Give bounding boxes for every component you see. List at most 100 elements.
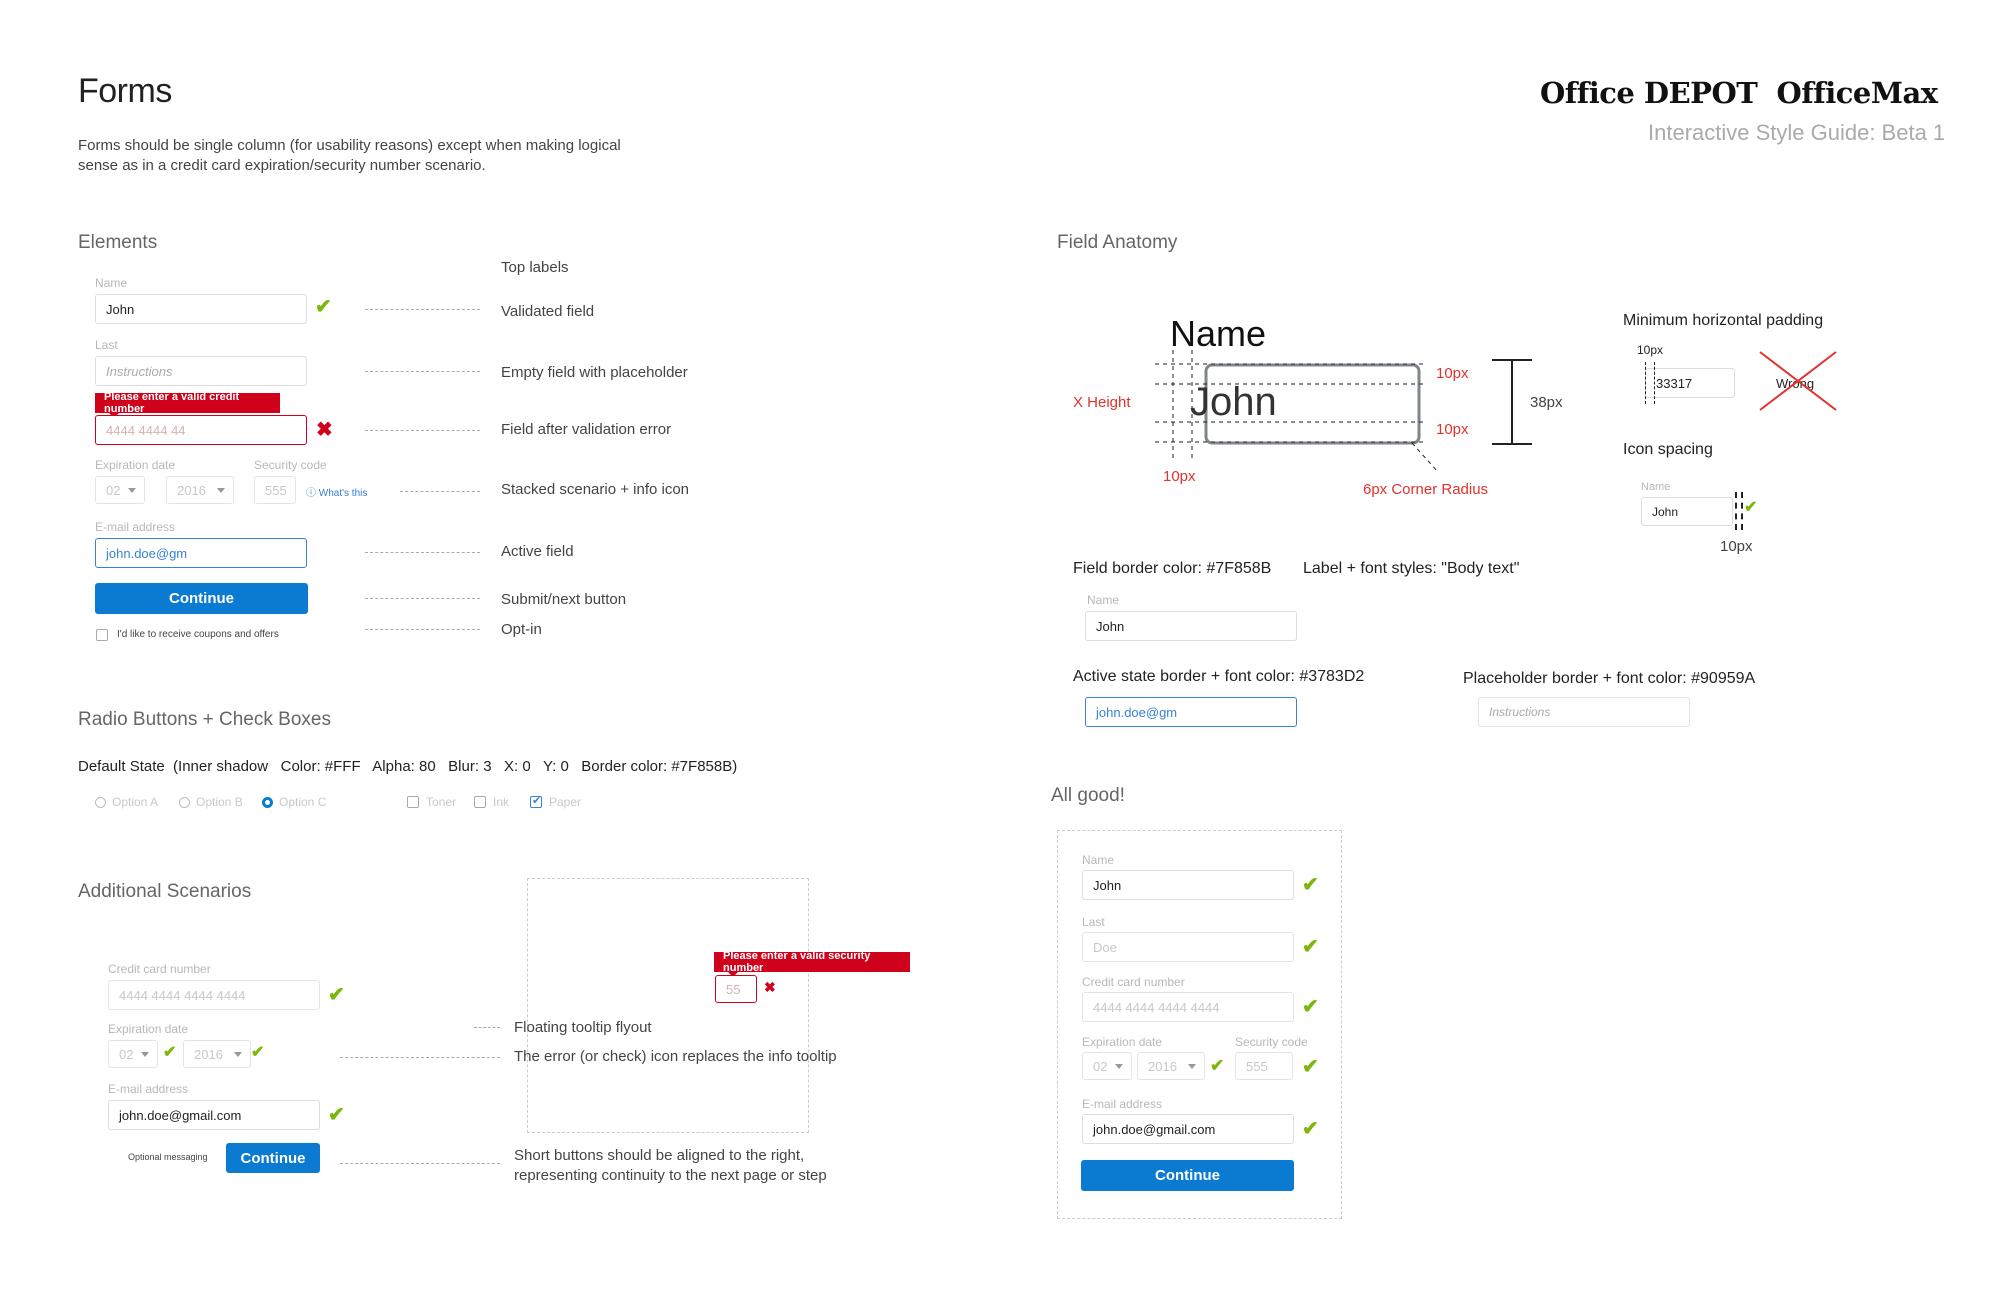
note-stacked: Stacked scenario + info icon (501, 481, 690, 498)
placeholder-color-spec: Placeholder border + font color: #90959A (1463, 670, 1756, 687)
ag-exp-year[interactable]: 2016 (1137, 1052, 1205, 1080)
note-active: Active field (501, 543, 574, 560)
note-icon-replace: The error (or check) icon replaces the i… (514, 1048, 837, 1065)
exp-month-select[interactable]: 02 (95, 476, 145, 504)
exp-month-value: 02 (106, 482, 121, 498)
checkbox-toner[interactable] (407, 796, 419, 808)
padding-example-field: 33317 (1645, 368, 1735, 398)
last-label: Last (95, 338, 118, 352)
security-field-error[interactable]: 55 (715, 975, 757, 1003)
chevron-down-icon (217, 488, 225, 493)
leader-line (365, 629, 480, 630)
email-label: E-mail address (95, 520, 176, 534)
section-title-anatomy: Field Anatomy (1057, 232, 1178, 253)
optional-messaging: Optional messaging (128, 1152, 208, 1162)
email-field-2[interactable]: john.doe@gmail.com (108, 1100, 320, 1130)
chevron-down-icon (1115, 1064, 1123, 1069)
section-title-elements: Elements (78, 232, 158, 253)
height-38-label: 38px (1530, 394, 1563, 411)
note-optin: Opt-in (501, 621, 542, 638)
exp-year-select-2[interactable]: 2016 (183, 1040, 251, 1068)
info-icon: ⓘ (306, 488, 316, 499)
demo-placeholder-field[interactable]: Instructions (1478, 697, 1690, 727)
chevron-down-icon (128, 488, 136, 493)
exp-label-2: Expiration date (108, 1022, 189, 1036)
radio-option-c[interactable] (262, 797, 273, 808)
ag-name-field[interactable]: John (1082, 870, 1294, 900)
ag-last-field[interactable]: Doe (1082, 932, 1294, 962)
anatomy-name-label: Name (1170, 313, 1267, 354)
note-validated: Validated field (501, 303, 595, 320)
exp-year-value: 2016 (177, 482, 206, 498)
check-icon: ✔ (315, 296, 332, 318)
exp-label: Expiration date (95, 458, 176, 472)
ag-sec-field[interactable]: 555 (1235, 1052, 1293, 1080)
page-title: Forms (78, 72, 172, 110)
demo-name-field[interactable]: John (1085, 611, 1297, 641)
check-icon: ✔ (1744, 499, 1758, 516)
name-field[interactable]: John (95, 294, 307, 324)
default-state-spec: Default State (Inner shadow Color: #FFF … (78, 758, 738, 775)
section-title-allgood: All good! (1051, 785, 1125, 806)
note-top-labels: Top labels (501, 259, 569, 276)
exp-year-select[interactable]: 2016 (166, 476, 234, 504)
style-guide-subtitle: Interactive Style Guide: Beta 1 (1648, 120, 1946, 145)
leader-line (474, 1027, 500, 1028)
check-icon: ✔ (1302, 1118, 1319, 1140)
radio-option-a[interactable] (95, 797, 106, 808)
chevron-down-icon (1188, 1064, 1196, 1069)
ag-exp-month[interactable]: 02 (1082, 1052, 1132, 1080)
error-tooltip: Please enter a valid credit number (95, 391, 280, 418)
continue-button-short[interactable]: Continue (226, 1143, 320, 1173)
email-field-active[interactable]: john.doe@gm (95, 538, 307, 568)
check-icon: ✔ (1302, 996, 1319, 1018)
check-icon: ✔ (1302, 1056, 1319, 1078)
ag-cc-label: Credit card number (1082, 975, 1185, 989)
wrong-x-icon (1759, 351, 1837, 411)
card-field-error[interactable]: 4444 4444 44 (95, 415, 307, 445)
leader-line (400, 491, 480, 492)
icon-spacing-field: John (1641, 497, 1733, 526)
error-x-icon: ✖ (764, 979, 776, 995)
chevron-down-icon (234, 1052, 242, 1057)
cc-field[interactable]: 4444 4444 4444 4444 (108, 980, 320, 1010)
intro-line-1: Forms should be single column (for usabi… (78, 137, 621, 154)
officemax-logo: OfficeMax (1776, 76, 1939, 110)
border-color-spec: Field border color: #7F858B (1073, 560, 1272, 577)
ag-email-field[interactable]: john.doe@gmail.com (1082, 1114, 1294, 1144)
optin-checkbox[interactable] (96, 629, 108, 641)
section-title-radios: Radio Buttons + Check Boxes (78, 709, 331, 730)
check-icon: ✔ (328, 984, 345, 1006)
whats-this-link[interactable]: ⓘ What's this (306, 484, 367, 499)
sec-field[interactable]: 555 (254, 476, 296, 504)
last-field[interactable]: Instructions (95, 356, 307, 386)
chevron-down-icon (141, 1052, 149, 1057)
checkbox-ink[interactable] (474, 796, 486, 808)
section-title-additional: Additional Scenarios (78, 881, 252, 902)
note-short-line-2: representing continuity to the next page… (514, 1167, 827, 1184)
active-color-spec: Active state border + font color: #3783D… (1073, 668, 1365, 685)
security-error-tooltip: Please enter a valid security number (714, 950, 910, 977)
label-font-spec: Label + font styles: "Body text" (1303, 560, 1520, 577)
check-icon: ✔ (532, 795, 542, 807)
ag-continue-button[interactable]: Continue (1081, 1160, 1294, 1191)
check-icon: ✔ (163, 1044, 177, 1061)
exp-month-select-2[interactable]: 02 (108, 1040, 158, 1068)
spacing-guide (1735, 492, 1743, 530)
padding-bottom-label: 10px (1436, 421, 1469, 438)
intro-line-2: sense as in a credit card expiration/sec… (78, 157, 486, 174)
radio-option-b[interactable] (179, 797, 190, 808)
demo-active-field[interactable]: john.doe@gm (1085, 697, 1297, 727)
office-depot-logo: Office DEPOT (1540, 76, 1758, 110)
checkbox-paper[interactable]: ✔ (530, 795, 542, 808)
ag-sec-label: Security code (1235, 1035, 1308, 1049)
optin-label: I'd like to receive coupons and offers (117, 629, 279, 640)
note-empty: Empty field with placeholder (501, 364, 688, 381)
note-short-buttons: Short buttons should be aligned to the r… (514, 1146, 827, 1186)
note-error: Field after validation error (501, 421, 672, 438)
continue-button[interactable]: Continue (95, 583, 308, 614)
intro-text: Forms should be single column (for usabi… (78, 136, 698, 176)
check-icon: ✔ (1210, 1056, 1225, 1075)
ag-cc-field[interactable]: 4444 4444 4444 4444 (1082, 992, 1294, 1022)
corner-radius-label: 6px Corner Radius (1363, 481, 1489, 498)
